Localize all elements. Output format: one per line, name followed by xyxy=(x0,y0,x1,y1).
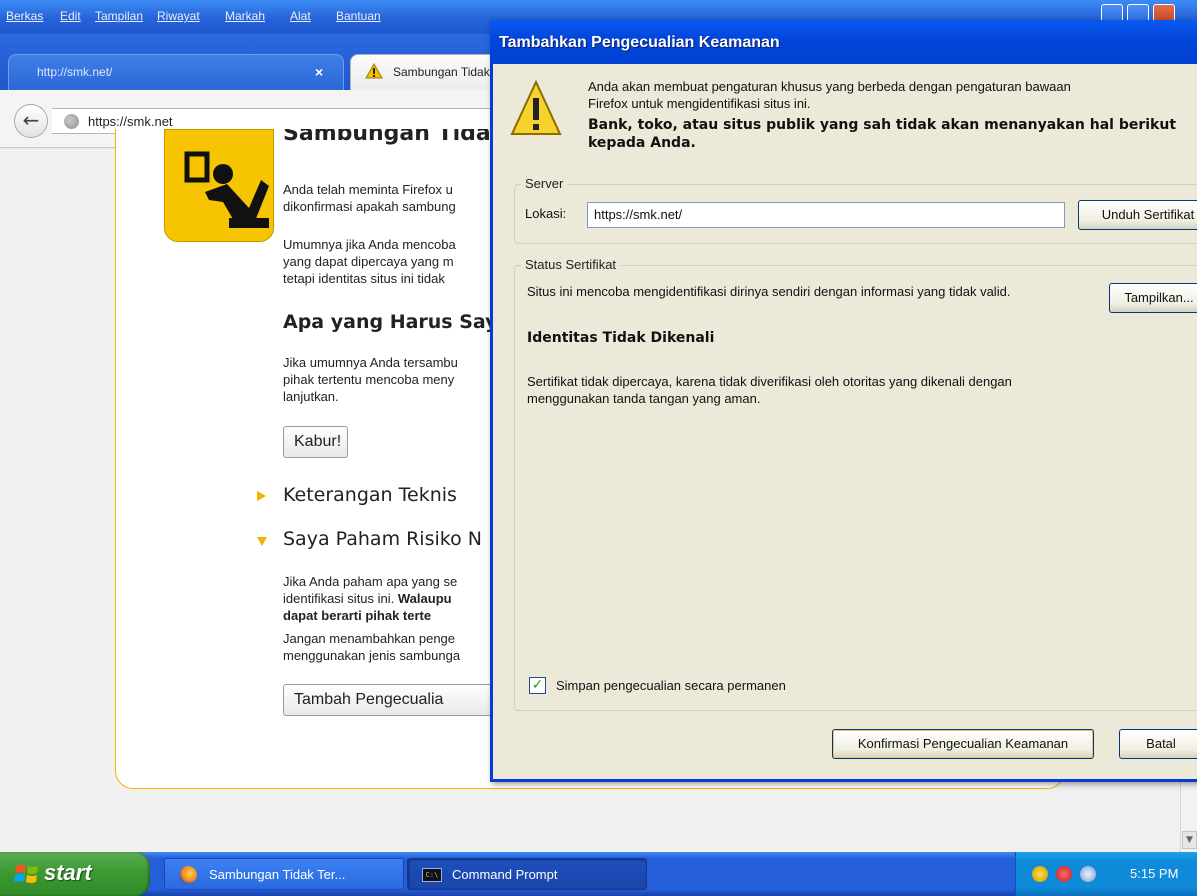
permanent-exception-label[interactable]: Simpan pengecualian secara permanen xyxy=(556,678,786,693)
system-tray: 5:15 PM xyxy=(1015,852,1197,896)
dialog-intro-text: Anda akan membuat pengaturan khusus yang… xyxy=(588,79,1071,111)
permanent-exception-checkbox[interactable]: ✓ xyxy=(529,677,546,694)
taskbar-item-command-prompt[interactable]: C:\ Command Prompt xyxy=(407,858,647,890)
risks-bold-text: Walaupu xyxy=(397,591,452,606)
warning-icon xyxy=(510,79,562,135)
collapse-triangle-icon[interactable] xyxy=(257,537,267,546)
certificate-status-group: Status Sertifikat Situs ini mencoba meng… xyxy=(514,257,1197,711)
windows-logo-icon xyxy=(14,865,38,883)
menu-berkas[interactable]: Berkas xyxy=(6,9,43,23)
taskbar-item-label: Sambungan Tidak Ter... xyxy=(209,867,346,882)
menu-markah[interactable]: Markah xyxy=(225,9,265,23)
menu-tampilan[interactable]: Tampilan xyxy=(95,9,143,23)
menu-edit[interactable]: Edit xyxy=(60,9,81,23)
start-label: start xyxy=(44,860,92,885)
what-to-do-heading: Apa yang Harus Saya xyxy=(283,311,511,333)
explanation-paragraph: Umumnya jika Anda mencoba yang dapat dip… xyxy=(283,237,456,286)
clock[interactable]: 5:15 PM xyxy=(1130,866,1178,881)
menu-bantuan[interactable]: Bantuan xyxy=(336,9,381,23)
kabur-button[interactable]: Kabur! xyxy=(283,426,348,458)
risks-bold-text-2: dapat berarti pihak terte xyxy=(283,608,432,623)
understand-risks-toggle[interactable]: Saya Paham Risiko N xyxy=(283,528,482,550)
get-certificate-button[interactable]: Unduh Sertifikat xyxy=(1078,200,1197,230)
dialog-warning-text: Bank, toko, atau situs publik yang sah t… xyxy=(588,117,1177,151)
intro-paragraph: Anda telah meminta Firefox u dikonfirmas… xyxy=(283,182,456,214)
add-exception-button[interactable]: Tambah Pengecualia xyxy=(283,684,523,716)
dialog-titlebar[interactable]: Tambahkan Pengecualian Keamanan xyxy=(490,20,1197,64)
expand-triangle-icon[interactable] xyxy=(257,491,266,501)
risks-paragraph: Jika Anda paham apa yang se identifikasi… xyxy=(283,573,503,624)
firefox-icon xyxy=(179,866,197,884)
security-shield-icon[interactable] xyxy=(1032,866,1048,882)
status-legend: Status Sertifikat xyxy=(521,257,621,272)
technical-details-toggle[interactable]: Keterangan Teknis xyxy=(283,484,457,506)
command-prompt-icon: C:\ xyxy=(422,868,442,882)
tab-label: Sambungan Tidak Terpercaya xyxy=(393,65,493,79)
tab-untrusted-connection[interactable]: Sambungan Tidak Terpercaya xyxy=(350,54,500,90)
warning-paragraph: Jangan menambahkan penge menggunakan jen… xyxy=(283,631,461,663)
tab-label: http://smk.net/ xyxy=(37,65,113,79)
view-button[interactable]: Tampilkan... xyxy=(1109,283,1197,313)
start-button[interactable]: start xyxy=(0,852,150,896)
dialog-title: Tambahkan Pengecualian Keamanan xyxy=(499,34,780,51)
certificate-warning-icon xyxy=(164,129,274,242)
cancel-button[interactable]: Batal xyxy=(1119,729,1197,759)
location-input[interactable]: https://smk.net/ xyxy=(587,202,1065,228)
server-group: Server Lokasi: https://smk.net/ Unduh Se… xyxy=(514,176,1197,244)
network-icon[interactable] xyxy=(1080,866,1096,882)
menu-riwayat[interactable]: Riwayat xyxy=(157,9,200,23)
tab-smk[interactable]: http://smk.net/ × xyxy=(8,54,344,90)
unknown-identity-heading: Identitas Tidak Dikenali xyxy=(527,330,715,346)
certificate-description: Sertifikat tidak dipercaya, karena tidak… xyxy=(527,374,1012,406)
warning-icon xyxy=(365,63,383,79)
what-to-do-paragraph: Jika umumnya Anda tersambu pihak tertent… xyxy=(283,355,458,404)
taskbar-item-label: Command Prompt xyxy=(452,867,558,882)
globe-icon xyxy=(64,114,79,129)
taskbar-item-firefox[interactable]: Sambungan Tidak Ter... xyxy=(164,858,404,890)
back-button[interactable]: ← xyxy=(14,104,48,138)
tab-close-icon[interactable]: × xyxy=(315,64,323,80)
add-security-exception-dialog: Tambahkan Pengecualian Keamanan Anda aka… xyxy=(490,20,1197,782)
location-label: Lokasi: xyxy=(525,206,567,221)
taskbar: start Sambungan Tidak Ter... C:\ Command… xyxy=(0,852,1197,896)
scroll-down-icon[interactable]: ▼ xyxy=(1182,831,1197,849)
url-text: https://smk.net xyxy=(88,114,173,129)
menu-alat[interactable]: Alat xyxy=(290,9,311,23)
status-text: Situs ini mencoba mengidentifikasi dirin… xyxy=(527,284,1011,299)
server-legend: Server xyxy=(521,176,568,191)
confirm-exception-button[interactable]: Konfirmasi Pengecualian Keamanan xyxy=(832,729,1094,759)
security-alert-icon[interactable] xyxy=(1056,866,1072,882)
